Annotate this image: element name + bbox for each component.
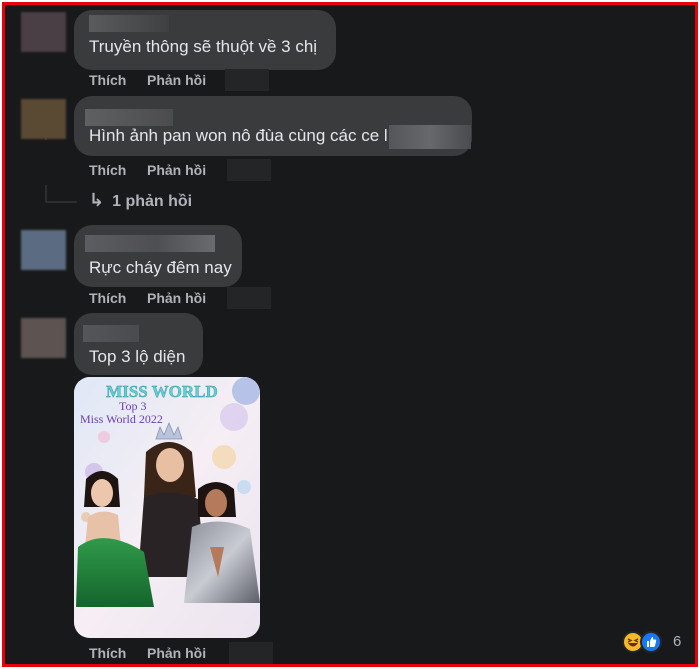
avatar[interactable] [21, 318, 66, 358]
like-icon [640, 631, 662, 653]
view-replies-link[interactable]: ↳ 1 phản hồi [89, 190, 192, 211]
reply-button[interactable]: Phản hồi [147, 645, 206, 661]
poster-line1: Top 3 [119, 399, 147, 413]
avatar[interactable] [21, 99, 66, 139]
author-name[interactable] [85, 235, 215, 252]
comment-section: Truyền thông sẽ thuột về 3 chị Thích Phả… [2, 2, 698, 667]
reply-button[interactable]: Phản hồi [147, 290, 206, 306]
author-name[interactable] [83, 325, 139, 342]
like-button[interactable]: Thích [89, 72, 126, 88]
author-name[interactable] [85, 109, 173, 126]
like-button[interactable]: Thích [89, 162, 126, 178]
view-replies-label: 1 phản hồi [112, 193, 193, 210]
comment-image[interactable]: MISS WORLD Top 3 Miss World 2022 [74, 377, 260, 638]
reply-button[interactable]: Phản hồi [147, 162, 206, 178]
reply-arrow-icon: ↳ [89, 190, 105, 210]
like-button[interactable]: Thích [89, 290, 126, 306]
thread-connector [45, 201, 77, 203]
comment-text: Hình ảnh pan won nô đùa cùng các ce l [89, 126, 388, 145]
author-name[interactable] [89, 15, 169, 32]
poster-artwork: MISS WORLD Top 3 Miss World 2022 [74, 377, 260, 638]
comment-text: Top 3 lộ diện [89, 347, 186, 366]
reply-button[interactable]: Phản hồi [147, 72, 206, 88]
timestamp[interactable] [227, 287, 271, 309]
like-button[interactable]: Thích [89, 645, 126, 661]
avatar[interactable] [21, 12, 66, 52]
timestamp[interactable] [227, 159, 271, 181]
reaction-count: 6 [673, 633, 682, 650]
poster-line2: Miss World 2022 [80, 412, 163, 426]
comment-text: Rực cháy đêm nay [89, 258, 232, 277]
timestamp[interactable] [229, 642, 273, 664]
avatar[interactable] [21, 230, 66, 270]
redacted-text [389, 125, 471, 149]
timestamp[interactable] [225, 69, 269, 91]
comment-text: Truyền thông sẽ thuột về 3 chị [89, 37, 318, 56]
